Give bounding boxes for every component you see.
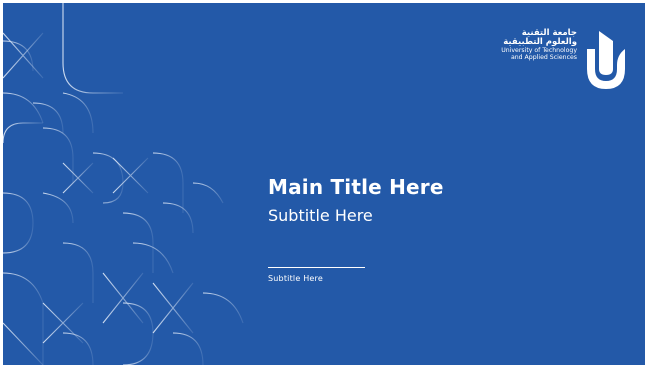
main-title: Main Title Here: [268, 175, 444, 199]
subtitle: Subtitle Here: [268, 206, 373, 225]
university-logo: جامعة التقنية والعلوم التطبيقية Universi…: [501, 28, 627, 91]
geometric-pattern-decoration: [3, 3, 244, 365]
utas-logo-mark-icon: [587, 31, 625, 89]
secondary-subtitle: Subtitle Here: [268, 274, 323, 283]
title-slide: جامعة التقنية والعلوم التطبيقية Universi…: [3, 3, 645, 365]
logo-english-line2: and Applied Sciences: [510, 53, 577, 61]
university-logo-text: جامعة التقنية والعلوم التطبيقية Universi…: [501, 28, 577, 61]
slide-canvas: جامعة التقنية والعلوم التطبيقية Universi…: [0, 0, 648, 368]
divider-line: [268, 267, 365, 268]
